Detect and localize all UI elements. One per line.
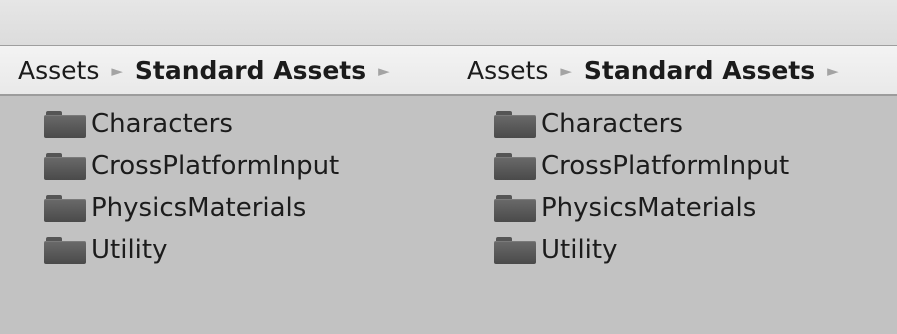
folder-item-characters[interactable]: Characters [494,103,897,145]
folder-icon [494,194,538,222]
breadcrumb-arrow-icon[interactable]: ► [827,62,839,80]
folder-label: CrossPlatformInput [91,151,340,181]
breadcrumb: Assets ► Standard Assets ► [455,46,897,96]
folder-item-crossplatforminput[interactable]: CrossPlatformInput [44,145,455,187]
folder-label: PhysicsMaterials [541,193,757,223]
breadcrumb: Assets ► Standard Assets ► [0,46,455,96]
folder-label: PhysicsMaterials [91,193,307,223]
folder-item-physicsmaterials[interactable]: PhysicsMaterials [44,187,455,229]
breadcrumb-standard-assets[interactable]: Standard Assets [135,56,366,85]
breadcrumb-arrow-icon[interactable]: ► [378,62,390,80]
breadcrumb-assets[interactable]: Assets [18,56,99,85]
folder-item-characters[interactable]: Characters [44,103,455,145]
folder-label: Utility [91,235,168,265]
project-pane-right: Assets ► Standard Assets ► Characters Cr… [455,0,897,334]
project-toolbar [0,0,455,46]
folder-icon [44,110,88,138]
folder-list: Characters CrossPlatformInput PhysicsMat… [455,96,897,271]
folder-list: Characters CrossPlatformInput PhysicsMat… [0,96,455,271]
folder-icon [494,152,538,180]
folder-icon [44,236,88,264]
folder-item-physicsmaterials[interactable]: PhysicsMaterials [494,187,897,229]
breadcrumb-arrow-icon: ► [560,62,572,80]
project-pane-left: Assets ► Standard Assets ► Characters Cr… [0,0,455,334]
folder-icon [494,110,538,138]
breadcrumb-standard-assets[interactable]: Standard Assets [584,56,815,85]
folder-label: Characters [91,109,233,139]
folder-label: CrossPlatformInput [541,151,790,181]
breadcrumb-assets[interactable]: Assets [467,56,548,85]
folder-icon [494,236,538,264]
folder-item-crossplatforminput[interactable]: CrossPlatformInput [494,145,897,187]
folder-item-utility[interactable]: Utility [494,229,897,271]
folder-label: Utility [541,235,618,265]
project-toolbar [455,0,897,46]
folder-label: Characters [541,109,683,139]
folder-icon [44,194,88,222]
breadcrumb-arrow-icon: ► [111,62,123,80]
folder-item-utility[interactable]: Utility [44,229,455,271]
folder-icon [44,152,88,180]
